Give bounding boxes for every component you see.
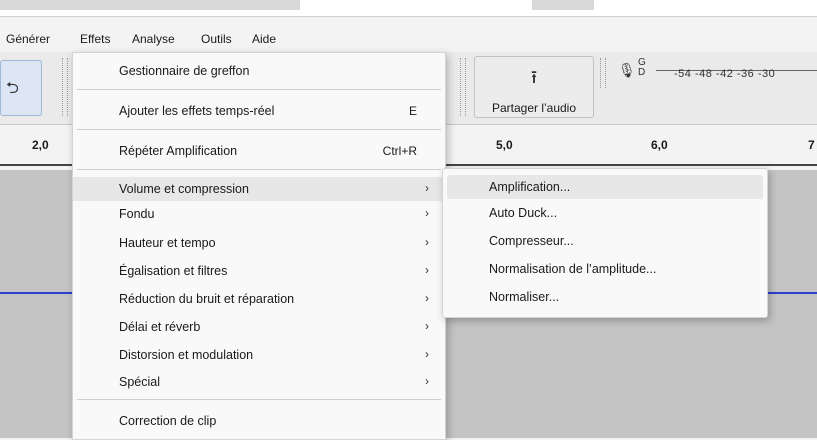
menu-item-label: Volume et compression <box>119 182 249 196</box>
submenu-arrow-icon: › <box>425 291 429 305</box>
menu-item-eq-filters[interactable]: Égalisation et filtres › <box>73 259 445 283</box>
toolbar-grip[interactable] <box>460 58 466 116</box>
menu-bar: Générer Effets Analyse Outils Aide <box>0 28 817 52</box>
menu-item-label: Correction de clip <box>119 414 217 428</box>
menu-item-label: Distorsion et modulation <box>119 348 254 362</box>
submenu-item-label: Normaliser... <box>489 290 560 304</box>
submenu-arrow-icon: › <box>425 235 429 249</box>
submenu-item-label: Compresseur... <box>489 234 574 248</box>
menu-item-special[interactable]: Spécial › <box>73 370 445 394</box>
window-top-strip <box>0 0 817 17</box>
tool-button[interactable]: ⮌ <box>0 60 42 116</box>
ruler-tick: 7 <box>808 138 815 152</box>
menu-item-pitch-tempo[interactable]: Hauteur et tempo › <box>73 231 445 255</box>
submenu-arrow-icon: › <box>425 263 429 277</box>
submenu-arrow-icon: › <box>425 206 429 220</box>
ruler-tick: 2,0 <box>32 138 49 152</box>
menu-item-label: Délai et réverb <box>119 320 201 334</box>
submenu-item-compressor[interactable]: Compresseur... <box>447 229 763 253</box>
menu-item-label: Spécial <box>119 375 160 389</box>
menu-item-label: Gestionnaire de greffon <box>119 64 250 78</box>
meter-scale-labels: -54 -48 -42 -36 -30 <box>674 68 776 80</box>
meter-channels: G D <box>638 57 646 78</box>
ruler-tick: 5,0 <box>496 138 513 152</box>
window-tab-strip-right <box>532 0 594 10</box>
menu-effets[interactable]: Effets <box>80 32 110 46</box>
submenu-arrow-icon: › <box>425 347 429 361</box>
submenu-arrow-icon: › <box>425 374 429 388</box>
menu-item-label: Ajouter les effets temps-réel <box>119 104 275 118</box>
volume-compression-submenu: Amplification... Auto Duck... Compresseu… <box>442 168 768 318</box>
menu-separator <box>77 399 441 400</box>
share-audio-label: Partager l’audio <box>491 101 577 115</box>
menu-item-volume-compression[interactable]: Volume et compression › <box>73 177 445 201</box>
menu-item-shortcut: Ctrl+R <box>382 144 417 158</box>
menu-item-clip-correction[interactable]: Correction de clip <box>73 409 445 433</box>
menu-item-label: Hauteur et tempo <box>119 236 216 250</box>
menu-separator <box>77 89 441 90</box>
menu-item-noise-reduction[interactable]: Réduction du bruit et réparation › <box>73 287 445 311</box>
submenu-arrow-icon: › <box>425 181 429 195</box>
menu-item-delay-reverb[interactable]: Délai et réverb › <box>73 315 445 339</box>
waveform-line <box>0 292 72 294</box>
submenu-item-label: Amplification... <box>489 180 571 194</box>
effects-menu: Gestionnaire de greffon Ajouter les effe… <box>72 52 446 440</box>
share-icon: ⭱ <box>530 67 538 87</box>
menu-aide[interactable]: Aide <box>252 32 276 46</box>
waveform-line <box>766 292 817 294</box>
tool-icon: ⮌ <box>6 80 19 97</box>
window-tab-strip-left <box>0 0 300 10</box>
menu-item-label: Répéter Amplification <box>119 144 238 158</box>
toolbar-grip[interactable] <box>62 58 68 116</box>
menu-item-distortion-modulation[interactable]: Distorsion et modulation › <box>73 343 445 367</box>
submenu-item-label: Normalisation de l’amplitude... <box>489 262 657 276</box>
menu-generer[interactable]: Générer <box>6 32 50 46</box>
menu-item-fade[interactable]: Fondu › <box>73 202 445 226</box>
submenu-item-loudness-normalization[interactable]: Normalisation de l’amplitude... <box>447 257 763 281</box>
menu-item-shortcut: E <box>408 104 417 118</box>
microphone-icon: 🎙 <box>618 62 636 78</box>
menu-analyse[interactable]: Analyse <box>132 32 175 46</box>
share-audio-button[interactable]: ⭱ Partager l’audio <box>474 56 594 118</box>
menu-item-plugin-manager[interactable]: Gestionnaire de greffon <box>73 59 445 83</box>
menu-item-add-realtime-effects[interactable]: Ajouter les effets temps-réel E <box>73 99 445 123</box>
submenu-item-auto-duck[interactable]: Auto Duck... <box>447 201 763 225</box>
menu-item-label: Fondu <box>119 207 155 221</box>
submenu-arrow-icon: › <box>425 319 429 333</box>
toolbar-grip[interactable] <box>600 58 606 88</box>
submenu-item-amplification[interactable]: Amplification... <box>447 175 763 199</box>
menu-item-repeat-amplification[interactable]: Répéter Amplification Ctrl+R <box>73 139 445 163</box>
ruler-tick: 6,0 <box>651 138 668 152</box>
menu-separator <box>77 129 441 130</box>
menu-separator <box>77 169 441 170</box>
submenu-item-normalize[interactable]: Normaliser... <box>447 285 763 309</box>
menu-item-label: Égalisation et filtres <box>119 264 228 278</box>
submenu-item-label: Auto Duck... <box>489 206 558 220</box>
menu-item-label: Réduction du bruit et réparation <box>119 292 295 306</box>
recording-meter[interactable]: 🎙 G D -54 -48 -42 -36 -30 <box>614 58 817 88</box>
menu-outils[interactable]: Outils <box>201 32 232 46</box>
